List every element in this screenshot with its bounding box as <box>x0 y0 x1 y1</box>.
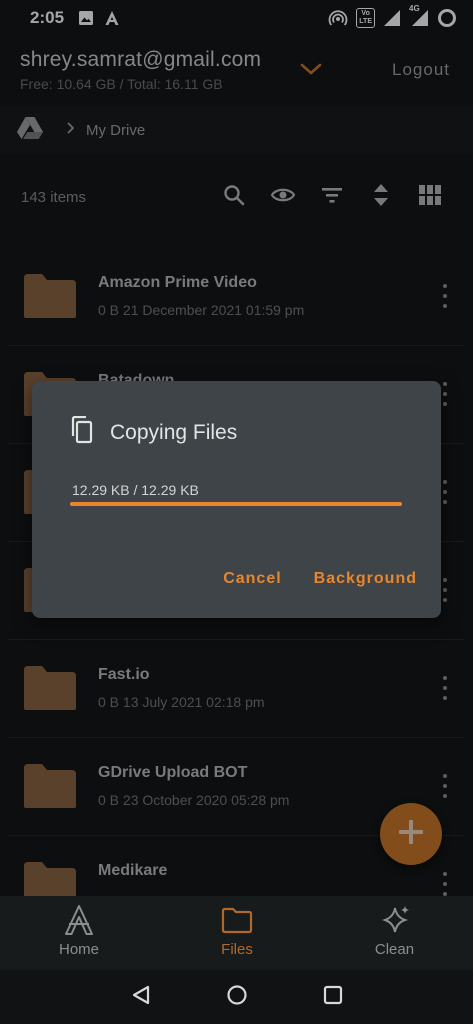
copy-icon <box>68 415 94 444</box>
nav-home[interactable]: Home <box>0 896 158 970</box>
nav-files[interactable]: Files <box>158 896 316 970</box>
progress-bar <box>70 502 402 506</box>
progress-bar-fill <box>70 502 402 506</box>
dialog-title: Copying Files <box>110 421 238 444</box>
bottom-navigation: Home Files Clean <box>0 896 473 970</box>
cancel-button[interactable]: Cancel <box>223 570 281 588</box>
sparkle-icon <box>379 904 411 936</box>
copy-progress-dialog: Copying Files 12.29 KB / 12.29 KB Cancel… <box>32 381 441 618</box>
home-circle-icon[interactable] <box>226 984 248 1011</box>
app-logo-icon <box>63 904 95 936</box>
background-button[interactable]: Background <box>314 570 417 588</box>
nav-home-label: Home <box>58 941 99 958</box>
progress-text: 12.29 KB / 12.29 KB <box>72 482 199 498</box>
recents-icon[interactable] <box>322 984 344 1011</box>
system-navigation-bar <box>0 970 473 1024</box>
nav-clean[interactable]: Clean <box>316 896 473 970</box>
nav-files-label: Files <box>221 941 253 958</box>
back-icon[interactable] <box>130 984 152 1011</box>
nav-clean-label: Clean <box>374 941 415 958</box>
folder-outline-icon <box>221 904 253 936</box>
